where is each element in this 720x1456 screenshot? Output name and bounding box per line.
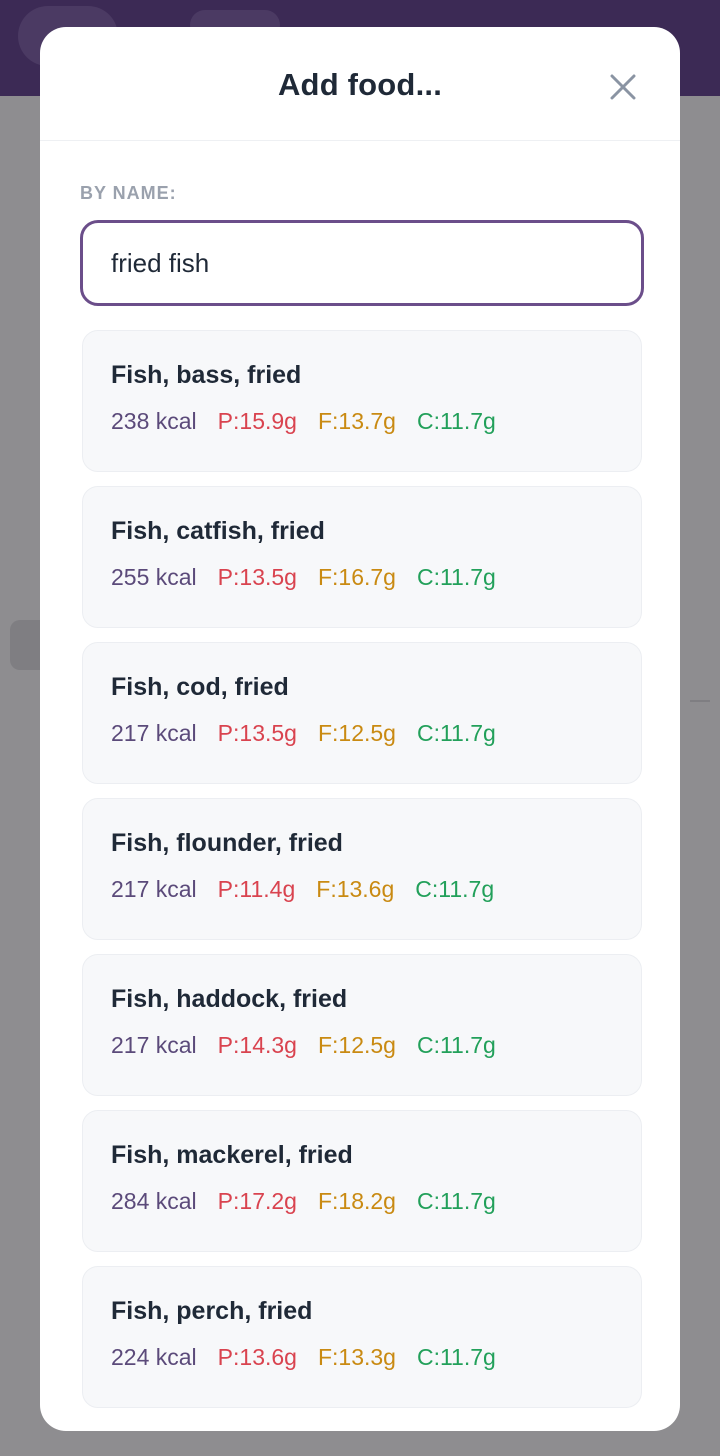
food-result-item[interactable]: Fish, cod, fried 217 kcal P:13.5g F:12.5g C:… bbox=[82, 642, 642, 784]
carbs-value: C:11.7g bbox=[416, 1188, 496, 1214]
protein-value: P:13.5g bbox=[217, 564, 297, 590]
food-name: Fish, mackerel, fried bbox=[111, 1141, 353, 1169]
fat-value: F:13.7g bbox=[317, 408, 396, 434]
food-name: Fish, cod, fried bbox=[111, 673, 289, 701]
calories-value: 217 kcal bbox=[111, 1032, 197, 1058]
food-name: Fish, bass, fried bbox=[111, 361, 302, 389]
protein-value: P:13.5g bbox=[217, 720, 297, 746]
calories-value: 217 kcal bbox=[111, 720, 197, 746]
carbs-value: C:11.7g bbox=[416, 1344, 496, 1370]
add-food-modal: Add food... BY NAME: Fish, bass, fried 23… bbox=[40, 27, 680, 1431]
food-result-item[interactable]: Fish, bass, fried 238 kcal P:15.9g F:13.7g C… bbox=[82, 330, 642, 472]
food-result-item[interactable]: Fish, haddock, fried 217 kcal P:14.3g F:12.… bbox=[82, 954, 642, 1096]
close-button[interactable] bbox=[610, 74, 636, 100]
calories-value: 284 kcal bbox=[111, 1188, 197, 1214]
macro-row: 255 kcal P:13.5g F:16.7g C:11.7g bbox=[111, 564, 613, 591]
macro-row: 217 kcal P:11.4g F:13.6g C:11.7g bbox=[111, 876, 613, 903]
food-name: Fish, flounder, fried bbox=[111, 829, 343, 857]
food-name: Fish, catfish, fried bbox=[111, 517, 325, 545]
protein-value: P:14.3g bbox=[217, 1032, 297, 1058]
calories-value: 224 kcal bbox=[111, 1344, 197, 1370]
food-result-item[interactable]: Fish, mackerel, fried 284 kcal P:17.2g F:18… bbox=[82, 1110, 642, 1252]
modal-body: BY NAME: Fish, bass, fried 238 kcal P:15.9… bbox=[40, 141, 680, 1408]
background-element bbox=[690, 700, 710, 702]
macro-row: 217 kcal P:14.3g F:12.5g C:11.7g bbox=[111, 1032, 613, 1059]
close-icon bbox=[610, 74, 636, 100]
food-name: Fish, haddock, fried bbox=[111, 985, 348, 1013]
protein-value: P:17.2g bbox=[217, 1188, 297, 1214]
food-result-item[interactable]: Fish, catfish, fried 255 kcal P:13.5g F:16.… bbox=[82, 486, 642, 628]
fat-value: F:18.2g bbox=[317, 1188, 396, 1214]
fat-value: F:12.5g bbox=[317, 720, 396, 746]
food-name: Fish, perch, fried bbox=[111, 1297, 313, 1325]
modal-title: Add food... bbox=[277, 66, 443, 102]
calories-value: 217 kcal bbox=[111, 876, 197, 902]
carbs-value: C:11.7g bbox=[416, 720, 496, 746]
protein-value: P:11.4g bbox=[217, 876, 296, 902]
calories-value: 238 kcal bbox=[111, 408, 197, 434]
food-result-item[interactable]: Fish, perch, fried 224 kcal P:13.6g F:13.3g… bbox=[82, 1266, 642, 1408]
protein-value: P:15.9g bbox=[217, 408, 297, 434]
carbs-value: C:11.7g bbox=[416, 1032, 496, 1058]
macro-row: 224 kcal P:13.6g F:13.3g C:11.7g bbox=[111, 1344, 613, 1371]
fat-value: F:16.7g bbox=[317, 564, 396, 590]
carbs-value: C:11.7g bbox=[415, 876, 495, 902]
search-input[interactable] bbox=[80, 220, 644, 306]
fat-value: F:12.5g bbox=[317, 1032, 396, 1058]
fat-value: F:13.3g bbox=[317, 1344, 396, 1370]
search-label: BY NAME: bbox=[80, 183, 177, 203]
calories-value: 255 kcal bbox=[111, 564, 197, 590]
macro-row: 284 kcal P:17.2g F:18.2g C:11.7g bbox=[111, 1188, 613, 1215]
protein-value: P:13.6g bbox=[217, 1344, 297, 1370]
results-list: Fish, bass, fried 238 kcal P:15.9g F:13.7g C… bbox=[80, 330, 642, 1408]
macro-row: 238 kcal P:15.9g F:13.7g C:11.7g bbox=[111, 408, 613, 435]
macro-row: 217 kcal P:13.5g F:12.5g C:11.7g bbox=[111, 720, 613, 747]
food-result-item[interactable]: Fish, flounder, fried 217 kcal P:11.4g F:13… bbox=[82, 798, 642, 940]
fat-value: F:13.6g bbox=[316, 876, 395, 902]
carbs-value: C:11.7g bbox=[416, 408, 496, 434]
carbs-value: C:11.7g bbox=[416, 564, 496, 590]
modal-header: Add food... bbox=[40, 27, 680, 141]
